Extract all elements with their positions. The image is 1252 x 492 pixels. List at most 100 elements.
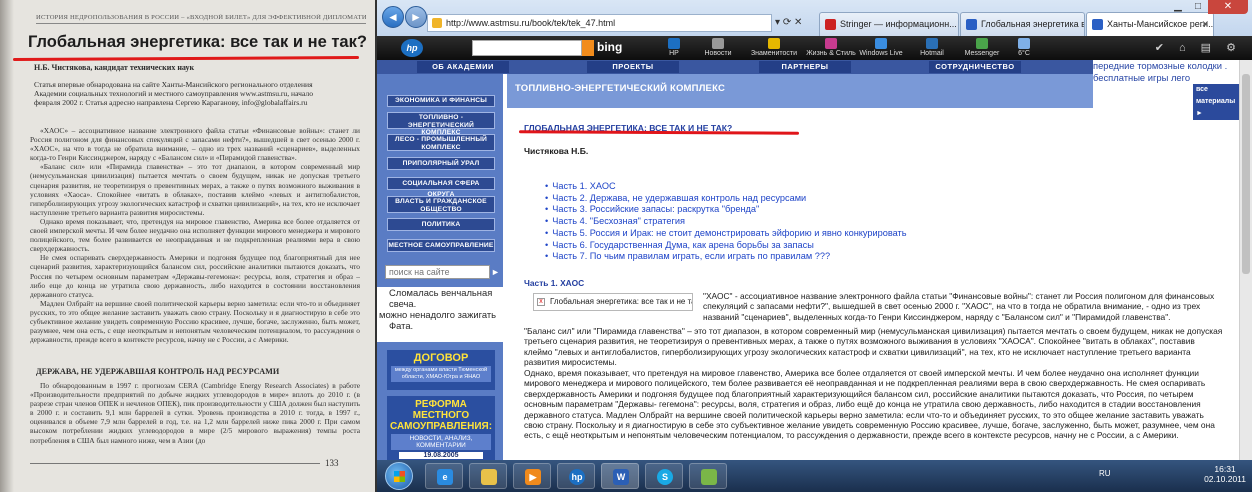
leftmenu-local-government[interactable]: МЕСТНОЕ САМОУПРАВЛЕНИЕ	[387, 239, 495, 252]
hp-logo-icon[interactable]: hp	[401, 39, 423, 57]
book-body-2: По обнародованным в 1997 г. прогнозам CE…	[30, 381, 360, 445]
hp-toolbar-item[interactable]: Windows Live	[856, 38, 906, 57]
lifestyle-icon	[825, 38, 837, 49]
hp-toolbar-item[interactable]: Жизнь & Стиль	[801, 38, 861, 57]
banner-subtitle: между органами власти Тюменской области,…	[391, 366, 491, 382]
refresh-icon[interactable]: ⟳	[783, 17, 791, 28]
news-icon	[712, 38, 724, 49]
hp-toolbar-item[interactable]: HP	[649, 38, 699, 57]
taskbar: e ▶ hp W S RU 16:31 02.10.2011	[377, 460, 1252, 492]
stop-icon[interactable]: ✕	[794, 17, 802, 28]
maximize-icon[interactable]: □	[1188, 0, 1208, 14]
clock-time: 16:31	[1214, 464, 1236, 474]
back-button[interactable]: ◄	[382, 6, 404, 28]
leftmenu-politics[interactable]: ПОЛИТИКА	[387, 218, 495, 231]
taskbar-app-word[interactable]: W	[601, 463, 639, 489]
hp-toolbar-item[interactable]: Знаменитости	[749, 38, 799, 57]
hp-toolbar-label: Messenger	[964, 50, 1000, 57]
book-subheading: ДЕРЖАВА, НЕ УДЕРЖАВШАЯ КОНТРОЛЬ НАД РЕСУ…	[36, 367, 280, 376]
taskbar-app-ie[interactable]: e	[425, 463, 463, 489]
broken-image-icon: x	[537, 298, 545, 306]
book-paragraph: Однако время показывает, что, претендуя …	[30, 216, 360, 254]
toolbar-right-icons[interactable]: ✔ ⌂ ▤ ⚙	[1155, 41, 1242, 54]
word-icon: W	[613, 469, 629, 485]
taskbar-app-paint[interactable]	[689, 463, 727, 489]
topmenu-about[interactable]: ОБ АКАДЕМИИ	[417, 61, 509, 73]
forward-button[interactable]: ►	[405, 6, 427, 28]
toc-link[interactable]: Часть 3. Российские запасы: раскрутка "б…	[545, 204, 907, 216]
toc-link[interactable]: Часть 2. Держава, не удержавшая контроль…	[545, 193, 907, 205]
bing-search-input[interactable]	[472, 40, 582, 56]
browser-title-bar: ◄ ► http://www.astmsu.ru/book/tek/tek_47…	[377, 0, 1252, 36]
leftmenu-subpolar-ural[interactable]: ПРИПОЛЯРНЫЙ УРАЛ	[387, 157, 495, 170]
page-footer-rule	[30, 463, 320, 464]
promo-links[interactable]: Сломалась венчальная свеча. можно ненадо…	[377, 287, 503, 342]
promo-line[interactable]: свеча.	[377, 298, 503, 309]
leftmenu-fuel-energy[interactable]: ТОПЛИВНО - ЭНЕРГЕТИЧЕСКИЙ КОМПЛЕКС	[387, 112, 495, 136]
internet-explorer-icon: e	[437, 469, 453, 485]
leftmenu-forestry[interactable]: ЛЕСО - ПРОМЫШЛЕННЫЙ КОМПЛЕКС	[387, 134, 495, 151]
hp-toolbar-item[interactable]: 6°C	[999, 38, 1049, 57]
taskbar-app-media[interactable]: ▶	[513, 463, 551, 489]
leftmenu-social[interactable]: СОЦИАЛЬНАЯ СФЕРА ОКРУГА	[387, 177, 495, 198]
paint-icon	[701, 469, 717, 485]
address-bar[interactable]: http://www.astmsu.ru/book/tek/tek_47.htm…	[427, 14, 772, 32]
toc-link[interactable]: Часть 1. ХАОС	[545, 181, 907, 193]
close-window-icon[interactable]: ✕	[1208, 0, 1248, 14]
language-indicator[interactable]: RU	[1099, 469, 1111, 478]
ad-text[interactable]: передние тормозные колодки . бесплатные …	[1093, 60, 1227, 83]
toc-link[interactable]: Часть 5. Россия и Ирак: не стоит демонст…	[545, 228, 906, 240]
minimize-icon[interactable]: ▁	[1168, 0, 1188, 14]
all-materials-link[interactable]: все материалы ►	[1193, 84, 1239, 120]
book-paragraph: Мадлен Олбрайт на вершине своей политиче…	[30, 298, 360, 345]
dropdown-icon[interactable]: ▾	[775, 17, 780, 28]
system-clock[interactable]: 16:31 02.10.2011	[1204, 464, 1246, 484]
taskbar-app-skype[interactable]: S	[645, 463, 683, 489]
book-author: Н.Б. Чистякова, кандидат технических нау…	[34, 63, 195, 72]
topmenu-cooperation[interactable]: СОТРУДНИЧЕСТВО	[929, 61, 1021, 73]
section-header: ТОПЛИВНО-ЭНЕРГЕТИЧЕСКИЙ КОМПЛЕКС	[507, 74, 1093, 108]
toc-link[interactable]: Часть 6. Государственная Дума, как арена…	[545, 240, 907, 252]
article-paragraph: "ХАОС" - ассоциативное название электрон…	[703, 291, 1215, 322]
start-button[interactable]	[385, 462, 413, 490]
topmenu-projects[interactable]: ПРОЕКТЫ	[587, 61, 679, 73]
promo-line[interactable]: Фата.	[377, 320, 503, 331]
close-tab-icon[interactable]: ✕	[1201, 13, 1209, 35]
hp-toolbar-item[interactable]: Hotmail	[907, 38, 957, 57]
scrollbar-thumb[interactable]	[1242, 74, 1250, 274]
bing-search-button[interactable]	[582, 40, 594, 56]
address-url: http://www.astmsu.ru/book/tek/tek_47.htm…	[446, 18, 616, 28]
tab-khanty-mansiysk[interactable]: Ханты-Мансийское реги... ✕	[1086, 12, 1214, 36]
site-search-input[interactable]	[385, 265, 490, 279]
page-gutter-shadow	[0, 0, 14, 492]
taskbar-app-hp[interactable]: hp	[557, 463, 595, 489]
hp-toolbar-label: Новости	[704, 50, 732, 57]
banner-local-reform[interactable]: РЕФОРМА МЕСТНОГО САМОУПРАВЛЕНИЯ: НОВОСТИ…	[387, 396, 495, 460]
hp-toolbar-item[interactable]: Новости	[693, 38, 743, 57]
advertisement-links[interactable]: передние тормозные колодки . бесплатные …	[1093, 60, 1239, 120]
topmenu-partners[interactable]: ПАРТНЕРЫ	[759, 61, 851, 73]
tab-stringer[interactable]: Stringer — информационн...	[819, 12, 959, 36]
search-go-icon[interactable]: ►	[491, 265, 501, 279]
bing-logo: bing	[597, 40, 623, 54]
taskbar-app-folder[interactable]	[469, 463, 507, 489]
banner-date: 19.08.2005	[399, 452, 483, 459]
vertical-scrollbar[interactable]	[1239, 60, 1252, 460]
window-controls: ▁ □ ✕	[1168, 0, 1248, 14]
book-publication-note: Статья впервые обнародована на сайте Хан…	[34, 80, 313, 108]
screenshot: ИСТОРИЯ НЕДРОПОЛЬЗОВАНИЯ В РОССИИ – «ВХО…	[0, 0, 1252, 492]
article-paragraph: "Баланс сил" или "Пирамида главенства" –…	[524, 326, 1223, 368]
tab-global-energy[interactable]: Глобальная энергетика все...	[960, 12, 1085, 36]
site-favicon-icon	[432, 18, 442, 28]
toc-link[interactable]: Часть 4. "Бесхозная" стратегия	[545, 216, 907, 228]
leftmenu-power-society[interactable]: ВЛАСТЬ И ГРАЖДАНСКОЕ ОБЩЕСТВО	[387, 196, 495, 213]
back-arrow-icon: ◄	[387, 10, 399, 24]
book-paragraph: «ХАОС» – ассоциативное название электрон…	[30, 126, 360, 163]
leftmenu-economy[interactable]: ЭКОНОМИКА И ФИНАНСЫ	[387, 95, 495, 107]
toc-link[interactable]: Часть 7. По чьим правилам играть, если и…	[545, 251, 907, 263]
promo-line[interactable]: можно ненадолго зажигать	[377, 309, 503, 320]
banner-agreement[interactable]: ДОГОВОР между органами власти Тюменской …	[387, 350, 495, 390]
promo-line[interactable]: Сломалась венчальная	[377, 287, 503, 298]
hp-toolbar-label: Windows Live	[859, 50, 903, 57]
tab-favicon-icon	[1092, 19, 1103, 30]
